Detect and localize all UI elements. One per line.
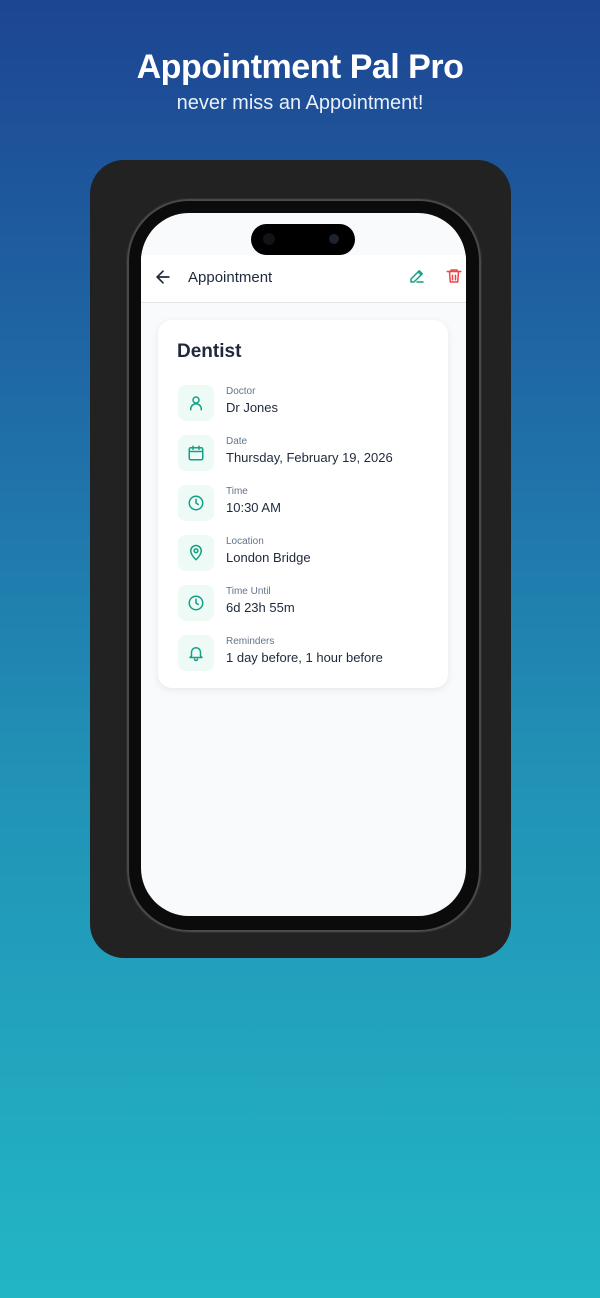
detail-label: Time Until bbox=[226, 586, 271, 597]
detail-label: Date bbox=[226, 436, 248, 447]
calendar-icon bbox=[188, 445, 204, 461]
clock-icon bbox=[188, 495, 204, 511]
detail-row-time: Time 10:30 AM bbox=[178, 485, 438, 523]
detail-value: 6d 23h 55m bbox=[226, 600, 295, 615]
icon-box bbox=[178, 635, 214, 671]
dynamic-island bbox=[251, 224, 355, 255]
trash-icon bbox=[446, 269, 462, 283]
detail-row-reminders: Reminders 1 day before, 1 hour before bbox=[178, 635, 438, 673]
promo-title: Appointment Pal Pro bbox=[136, 48, 464, 86]
appointment-card: Dentist Doctor Dr Jones Date Thursday, F… bbox=[158, 320, 448, 688]
detail-value: Dr Jones bbox=[226, 400, 279, 415]
detail-row-location: Location London Bridge bbox=[178, 535, 438, 573]
bell-icon bbox=[189, 647, 203, 662]
detail-label: Location bbox=[226, 536, 264, 547]
map-pin-icon bbox=[190, 544, 202, 561]
icon-box bbox=[178, 435, 214, 471]
sensor-icon bbox=[263, 233, 275, 245]
phone-screen: Appointment Dentist Doctor Dr Jones Date… bbox=[141, 213, 466, 916]
page-title: Appointment bbox=[188, 269, 273, 286]
user-icon bbox=[190, 396, 202, 411]
edit-button[interactable] bbox=[408, 267, 426, 285]
detail-label: Doctor bbox=[226, 386, 256, 397]
detail-label: Time bbox=[226, 486, 248, 497]
detail-value: London Bridge bbox=[226, 550, 311, 565]
back-button[interactable] bbox=[153, 267, 173, 287]
detail-value: 10:30 AM bbox=[226, 500, 281, 515]
icon-box bbox=[178, 585, 214, 621]
icon-box bbox=[178, 535, 214, 571]
icon-box bbox=[178, 385, 214, 421]
detail-value: 1 day before, 1 hour before bbox=[226, 650, 383, 665]
clock-icon bbox=[188, 595, 204, 611]
detail-row-doctor: Doctor Dr Jones bbox=[178, 385, 438, 423]
app-bar: Appointment bbox=[141, 255, 466, 303]
detail-row-date: Date Thursday, February 19, 2026 bbox=[178, 435, 438, 473]
arrow-left-icon bbox=[156, 270, 170, 284]
appointment-title: Dentist bbox=[177, 341, 242, 362]
delete-button[interactable] bbox=[445, 267, 463, 285]
icon-box bbox=[178, 485, 214, 521]
pencil-icon bbox=[410, 270, 424, 283]
detail-row-time-until: Time Until 6d 23h 55m bbox=[178, 585, 438, 623]
detail-value: Thursday, February 19, 2026 bbox=[226, 450, 393, 465]
promo-subtitle: never miss an Appointment! bbox=[176, 92, 424, 114]
detail-label: Reminders bbox=[226, 636, 275, 647]
camera-icon bbox=[329, 234, 339, 244]
